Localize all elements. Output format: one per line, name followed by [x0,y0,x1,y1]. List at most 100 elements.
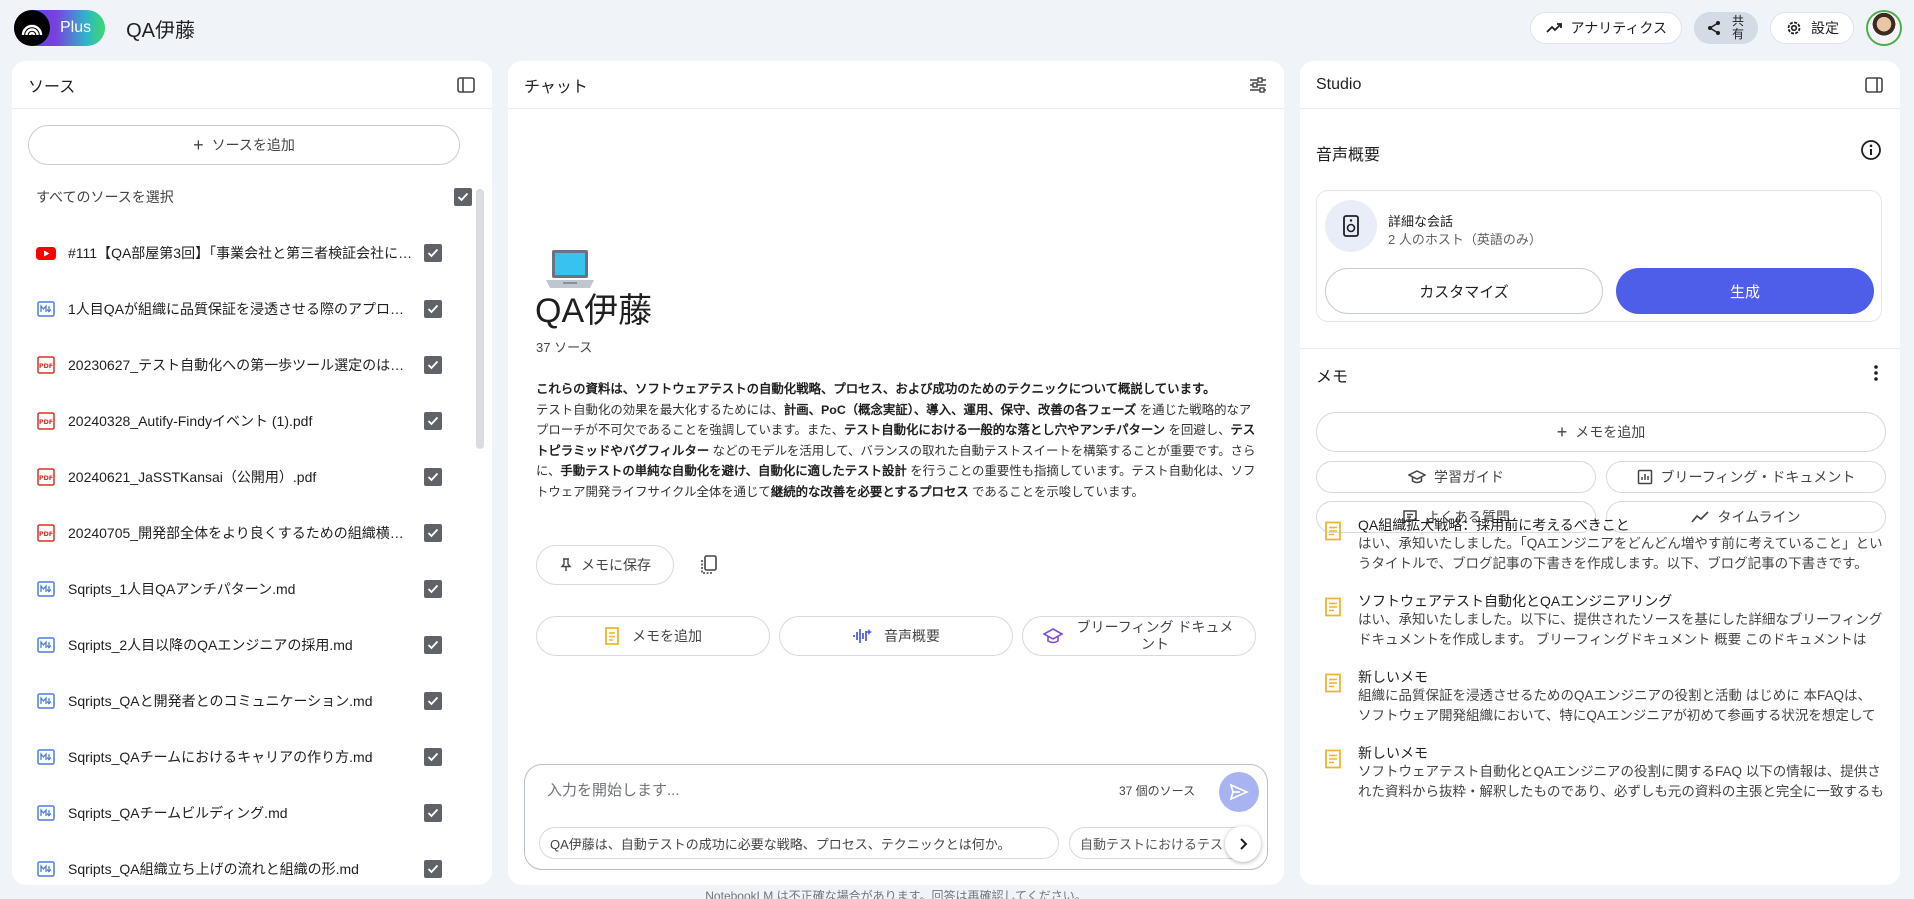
analytics-button[interactable]: アナリティクス [1529,12,1682,44]
source-title: #111【QA部屋第3回】「事業会社と第三者検証会社に所属するQAエンジニアの違… [68,245,414,261]
analytics-label: アナリティクス [1570,20,1667,36]
chat-header: チャット [508,61,1284,109]
copy-icon[interactable] [700,555,718,575]
source-checkbox[interactable] [424,468,442,486]
note-icon [1325,749,1341,769]
plus-icon: + [1556,422,1568,442]
source-title: 1人目QAが組織に品質保証を浸透させる際のアプローチ.md [68,301,414,317]
add-source-label: ソースを追加 [211,137,295,153]
add-memo-button[interactable]: + メモを追加 [1316,412,1886,452]
share-button[interactable]: 共有 [1694,12,1758,44]
send-icon [1229,783,1249,801]
briefing-doc-chip[interactable]: ブリーフィング ドキュメント [1022,616,1256,656]
source-item[interactable]: PDF 20240328_Autify-Findyイベント (1).pdf [12,393,492,449]
source-checkbox[interactable] [424,860,442,878]
share-icon [1708,21,1720,35]
settings-button[interactable]: 設定 [1770,12,1854,44]
source-title: 20240705_開発部全体をより良くするための組織横断的な取り組み.pdf [68,525,414,541]
suggestion-chip-2[interactable]: 自動テストにおけるテスト [1069,827,1249,859]
speaker-icon [1325,200,1377,252]
sources-header: ソース [12,61,492,109]
next-suggestions-button[interactable] [1225,826,1261,862]
chat-panel: チャット QA伊藤 37 ソース これらの資料は、ソフトウェアテストの自動化戦略… [508,61,1284,885]
customize-button[interactable]: カスタマイズ [1325,268,1603,314]
memo-title: QA組織拡大戦略：採用前に考えるべきこと [1358,517,1630,533]
svg-text:PDF: PDF [39,530,53,538]
chat-input-box[interactable]: 入力を開始します... 37 個のソース QA伊藤は、自動テストの成功に必要な戦… [524,764,1268,870]
source-item[interactable]: PDF 20240621_JaSSTKansai（公開用）.pdf [12,449,492,505]
audio-overview-card: 詳細な会話 2 人のホスト（英語のみ） カスタマイズ 生成 [1316,190,1882,322]
tune-icon[interactable] [1248,75,1268,95]
generate-button[interactable]: 生成 [1616,268,1874,314]
studio-header: Studio [1300,61,1900,109]
source-item[interactable]: Sqripts_1人目QAアンチパターン.md [12,561,492,617]
summary-segment: 継続的な改善を必要とするプロセス [770,484,969,499]
notebook-heading: QA伊藤 [535,292,653,330]
add-memo-chip-label: メモを追加 [632,627,702,644]
note-icon [605,627,619,645]
youtube-icon [36,243,56,263]
memo-item[interactable]: 新しいメモ ソフトウェアテスト自動化とQAエンジニアの役割に関するFAQ 以下の情… [1324,743,1884,803]
memo-item[interactable]: ソフトウェアテスト自動化とQAエンジニアリング はい、承知いたしました。以下に、提… [1324,591,1884,651]
source-checkbox[interactable] [424,692,442,710]
audio-overview-chip-label: 音声概要 [884,627,940,644]
collapse-panel-icon[interactable] [1864,75,1884,95]
source-checkbox[interactable] [424,244,442,262]
source-checkbox[interactable] [424,412,442,430]
collapse-panel-icon[interactable] [456,75,476,95]
select-all-checkbox[interactable] [454,188,472,206]
memo-title: 新しいメモ [1358,669,1428,685]
select-all-row: すべてのソースを選択 [12,169,492,225]
more-vert-icon[interactable] [1874,364,1878,382]
memo-body: はい、承知いたしました。「QAエンジニアをどんどん増やす前に考えていること」とい… [1358,536,1883,571]
source-checkbox[interactable] [424,356,442,374]
source-checkbox[interactable] [424,524,442,542]
source-item[interactable]: Sqripts_QAと開発者とのコミュニケーション.md [12,673,492,729]
add-source-button[interactable]: + ソースを追加 [28,125,460,165]
source-item[interactable]: #111【QA部屋第3回】「事業会社と第三者検証会社に所属するQAエンジニアの違… [12,225,492,281]
memo-body: はい、承知いたしました。以下に、提供されたソースを基にした詳細なブリーフィングド… [1358,612,1883,647]
source-item[interactable]: PDF 20240705_開発部全体をより良くするための組織横断的な取り組み.pd… [12,505,492,561]
notebook-title[interactable]: QA伊藤 [126,14,195,43]
avatar[interactable] [1866,10,1902,46]
source-item[interactable]: Sqripts_QAチームにおけるキャリアの作り方.md [12,729,492,785]
briefing-doc-chip-label: ブリーフィング ドキュメント [1076,619,1234,652]
source-item[interactable]: 1人目QAが組織に品質保証を浸透させる際のアプローチ.md [12,281,492,337]
source-item[interactable]: PDF 20230627_テスト自動化への第一歩ツール選定のはじめ方.pdf [12,337,492,393]
suggestion-chip-1[interactable]: QA伊藤は、自動テストの成功に必要な戦略、プロセス、テクニックとは何か。 [539,827,1059,859]
source-checkbox[interactable] [424,804,442,822]
add-memo-label: メモを追加 [1575,424,1646,440]
memo-body: ソフトウェアテスト自動化とQAエンジニアの役割に関するFAQ 以下の情報は、提供… [1358,764,1884,799]
info-icon[interactable] [1860,139,1882,161]
briefing-document-button[interactable]: ブリーフィング・ドキュメント [1606,461,1886,493]
send-button[interactable] [1219,772,1259,812]
chevron-right-icon [1240,838,1248,850]
source-checkbox[interactable] [424,580,442,598]
summary-segment: テスト自動化における一般的な落とし穴やアンチパターン [844,423,1166,437]
memo-item[interactable]: 新しいメモ 組織に品質保証を浸透させるためのQAエンジニアの役割と活動 はじめに … [1324,667,1884,727]
sources-panel: ソース + ソースを追加 すべてのソースを選択 #111【QA部屋第3回】「事業… [12,61,492,885]
source-checkbox[interactable] [424,748,442,766]
study-guide-button[interactable]: 学習ガイド [1316,461,1596,493]
chat-input[interactable]: 入力を開始します... [547,779,680,800]
memo-title: メモ [1316,369,1349,386]
save-to-memo-button[interactable]: メモに保存 [536,545,674,585]
sources-scrollbar[interactable] [476,189,484,449]
svg-text:PDF: PDF [39,474,53,482]
chat-title: チャット [524,78,588,96]
source-title: Sqripts_QAと開発者とのコミュニケーション.md [68,693,373,709]
add-memo-chip[interactable]: メモを追加 [536,616,770,656]
audio-overview-chip[interactable]: 音声概要 [779,616,1013,656]
app-logo[interactable]: Plus [14,10,106,46]
svg-text:PDF: PDF [39,418,53,426]
source-checkbox[interactable] [424,636,442,654]
source-item[interactable]: Sqripts_2人目以降のQAエンジニアの採用.md [12,617,492,673]
source-title: Sqripts_QA組織立ち上げの流れと組織の形.md [68,861,359,877]
source-item[interactable]: Sqripts_QA組織立ち上げの流れと組織の形.md [12,841,492,885]
note-icon [1325,521,1341,541]
source-item[interactable]: Sqripts_QAチームビルディング.md [12,785,492,841]
school-icon [1408,470,1426,484]
source-checkbox[interactable] [424,300,442,318]
summary-segment: テスト自動化の効果を最大化するためには、 [536,402,784,417]
memo-item[interactable]: QA組織拡大戦略：採用前に考えるべきことはい、承知いたしました。「QAエンジニア… [1324,515,1884,575]
